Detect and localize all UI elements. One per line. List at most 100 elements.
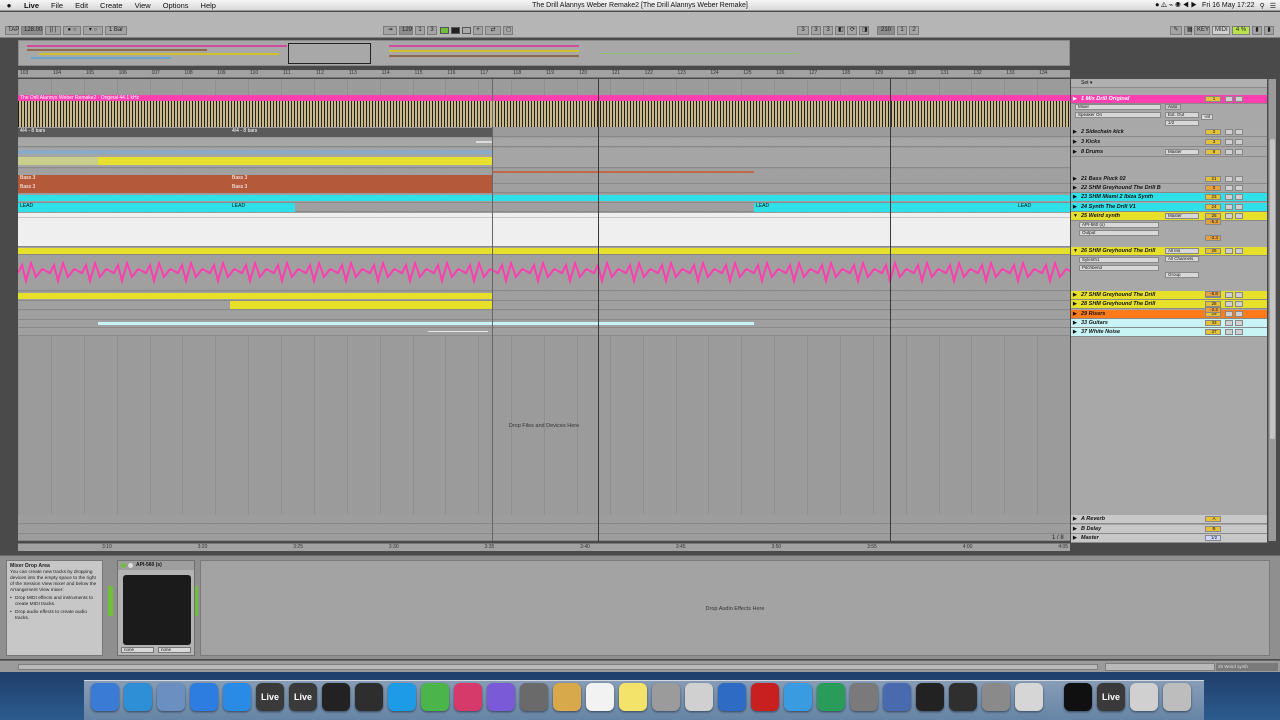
- master-header[interactable]: ▶ Master: [1071, 534, 1267, 543]
- arrangement-view[interactable]: The Drill Alannys Weber Remake2 · Origin…: [18, 79, 1070, 541]
- xcode-icon[interactable]: [883, 683, 911, 711]
- arm-button[interactable]: [1235, 301, 1243, 307]
- input-type-select[interactable]: Mixer: [1075, 104, 1161, 110]
- device-chooser[interactable]: API-560 (s): [1079, 222, 1159, 228]
- small-clip[interactable]: [476, 141, 492, 143]
- punch-in-button[interactable]: ◧: [835, 26, 845, 35]
- automation-arm-button[interactable]: ⇄: [485, 26, 501, 35]
- device-title[interactable]: API-560 (s): [118, 561, 194, 570]
- lane-guitars[interactable]: [18, 320, 1070, 328]
- lead-clip[interactable]: LEAD: [1016, 203, 1070, 212]
- arm-button[interactable]: [1235, 204, 1243, 210]
- solo-button[interactable]: [1225, 149, 1233, 155]
- loop-start-beats[interactable]: 3: [811, 26, 821, 35]
- live-icon[interactable]: Live: [256, 683, 284, 711]
- track-name[interactable]: A Reverb: [1081, 516, 1105, 522]
- key-map-button[interactable]: KEY: [1194, 26, 1210, 35]
- track-name[interactable]: 33 Guitars: [1081, 320, 1108, 326]
- loop-switch[interactable]: ⟳: [847, 26, 857, 35]
- track-name[interactable]: 24 Synth The Drill V1: [1081, 204, 1136, 210]
- finder2-icon[interactable]: [487, 683, 515, 711]
- ilok-icon[interactable]: [916, 683, 944, 711]
- loop-length-sixteenths[interactable]: 2: [909, 26, 919, 35]
- finder-icon[interactable]: [91, 683, 119, 711]
- lane-pitchbend-automation[interactable]: [18, 255, 1070, 291]
- calculator-icon[interactable]: [1015, 683, 1043, 711]
- rocket-icon[interactable]: [520, 683, 548, 711]
- locator-line[interactable]: [598, 79, 599, 541]
- menu-help[interactable]: Help: [195, 1, 222, 10]
- menu-live[interactable]: Live: [18, 1, 45, 10]
- plugin-display[interactable]: [123, 575, 191, 645]
- menu-file[interactable]: File: [45, 1, 69, 10]
- lane-greyhound-b[interactable]: Bass 3 Bass 3: [18, 175, 1070, 184]
- photos-icon[interactable]: [652, 683, 680, 711]
- bass-clip[interactable]: Bass 3: [230, 175, 492, 184]
- synth-clip[interactable]: [18, 195, 1070, 201]
- input-channel-select[interactable]: Speaker On: [1075, 112, 1161, 118]
- solo-button[interactable]: [1225, 176, 1233, 182]
- parameter-chooser[interactable]: Output: [1079, 230, 1159, 236]
- return-activator[interactable]: 1/2: [1205, 535, 1221, 541]
- position-beats[interactable]: 1: [415, 26, 425, 35]
- spotlight-icon[interactable]: ⚲: [1260, 2, 1265, 10]
- track-name[interactable]: 37 White Noise: [1081, 329, 1120, 335]
- draw-mode-button[interactable]: ✎: [1170, 26, 1182, 35]
- greyhound-clip[interactable]: [18, 293, 492, 299]
- loop-length-bars[interactable]: 210: [877, 26, 895, 35]
- menu-edit[interactable]: Edit: [69, 1, 94, 10]
- monitor-auto[interactable]: Auto: [1165, 104, 1181, 110]
- unity-icon[interactable]: [322, 683, 350, 711]
- arm-button[interactable]: [1235, 139, 1243, 145]
- beat-time-ruler[interactable]: 103 104 105 106 107 108 109 110 111 112 113 114 115 1…: [18, 70, 1070, 78]
- solo-button[interactable]: [1225, 248, 1233, 254]
- screen-icon[interactable]: [1130, 683, 1158, 711]
- solo-button[interactable]: [1225, 320, 1233, 326]
- track-activator[interactable]: 37: [1205, 329, 1221, 335]
- solo-button[interactable]: [1225, 129, 1233, 135]
- volume-value[interactable]: -2.2: [1205, 307, 1221, 313]
- greyhound-clip[interactable]: [18, 248, 1070, 254]
- magnet-icon[interactable]: [1064, 683, 1092, 711]
- screenshot-icon[interactable]: [685, 683, 713, 711]
- solo-button[interactable]: [1225, 329, 1233, 335]
- loop-clip[interactable]: 4/4 - 8 bars: [230, 128, 492, 137]
- quicktime-icon[interactable]: [718, 683, 746, 711]
- track-name[interactable]: 26 SHM Greyhound The Drill: [1081, 248, 1155, 254]
- overdub-button[interactable]: +: [473, 26, 483, 35]
- track-name[interactable]: 21 Bass Pluck 02: [1081, 176, 1126, 182]
- lane-weird-synth[interactable]: [18, 213, 1070, 247]
- status-icons[interactable]: ⏺ ⚠ ⌁ ◉ ◀ ▶: [1155, 1, 1197, 10]
- track-name[interactable]: 2 Sidechain kick: [1081, 129, 1124, 135]
- guitar-clip[interactable]: [98, 322, 754, 325]
- lane-drums[interactable]: [18, 148, 1070, 168]
- tempo-nudge[interactable]: || |: [45, 26, 61, 35]
- pinterest-icon[interactable]: [454, 683, 482, 711]
- lane-bass-2[interactable]: Bass 3 Bass 3: [18, 184, 1070, 193]
- track-activator[interactable]: 26: [1205, 248, 1221, 254]
- solo-button[interactable]: [1225, 204, 1233, 210]
- wunderlist-icon[interactable]: [388, 683, 416, 711]
- arm-button[interactable]: [1235, 176, 1243, 182]
- g26-output-select[interactable]: Group: [1165, 272, 1199, 278]
- drums-group-clip[interactable]: [18, 150, 492, 154]
- lane-sidechain[interactable]: 4/4 - 8 bars 4/4 - 8 bars: [18, 128, 1070, 137]
- midi-map-button[interactable]: MIDI: [1212, 26, 1230, 35]
- lane-master[interactable]: [18, 534, 1070, 541]
- tempo-field[interactable]: 128.00: [21, 26, 43, 35]
- arrangement-overview[interactable]: [18, 40, 1070, 66]
- track-name[interactable]: 27 SHM Greyhound The Drill: [1081, 292, 1155, 298]
- stickies-icon[interactable]: [619, 683, 647, 711]
- position-bars[interactable]: 129: [399, 26, 413, 35]
- track-activator[interactable]: 2: [1205, 129, 1221, 135]
- menu-create[interactable]: Create: [94, 1, 129, 10]
- track-activator[interactable]: 3: [1205, 139, 1221, 145]
- return-activator[interactable]: B: [1205, 526, 1221, 532]
- lane-kicks[interactable]: [18, 138, 1070, 147]
- track-name[interactable]: 23 SHM Miami 2 Ibiza Synth: [1081, 194, 1153, 200]
- lane-greyhound-26[interactable]: [18, 247, 1070, 255]
- downloader-icon[interactable]: [817, 683, 845, 711]
- position-sixteenths[interactable]: 3: [427, 26, 437, 35]
- messages-icon[interactable]: [784, 683, 812, 711]
- output-channel-select[interactable]: 1/2: [1165, 120, 1199, 126]
